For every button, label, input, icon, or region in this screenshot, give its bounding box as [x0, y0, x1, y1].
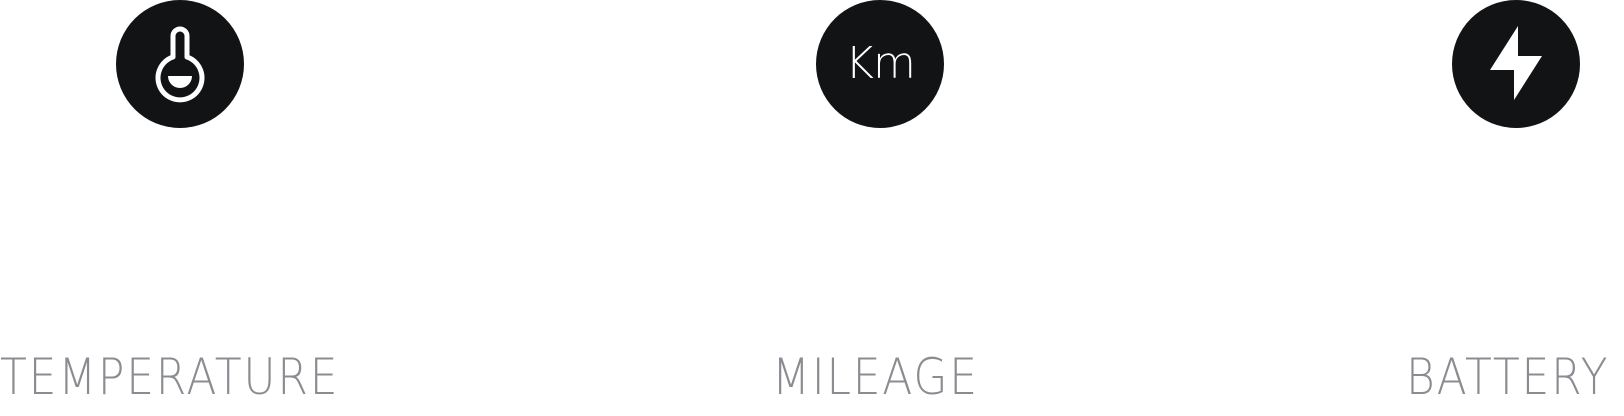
mileage-label: MILEAGE: [772, 348, 979, 406]
battery-label: BATTERY: [1406, 348, 1610, 406]
lightning-bolt-icon: [1452, 0, 1580, 128]
temperature-label: TEMPERATURE: [0, 348, 340, 406]
km-icon: Km: [816, 0, 944, 128]
temperature-tile[interactable]: TEMPERATURE: [0, 0, 420, 416]
mileage-tile[interactable]: Km MILEAGE: [700, 0, 1100, 416]
km-icon-text: Km: [845, 38, 916, 89]
battery-tile[interactable]: BATTERY: [1400, 0, 1624, 416]
thermometer-icon: [116, 0, 244, 128]
